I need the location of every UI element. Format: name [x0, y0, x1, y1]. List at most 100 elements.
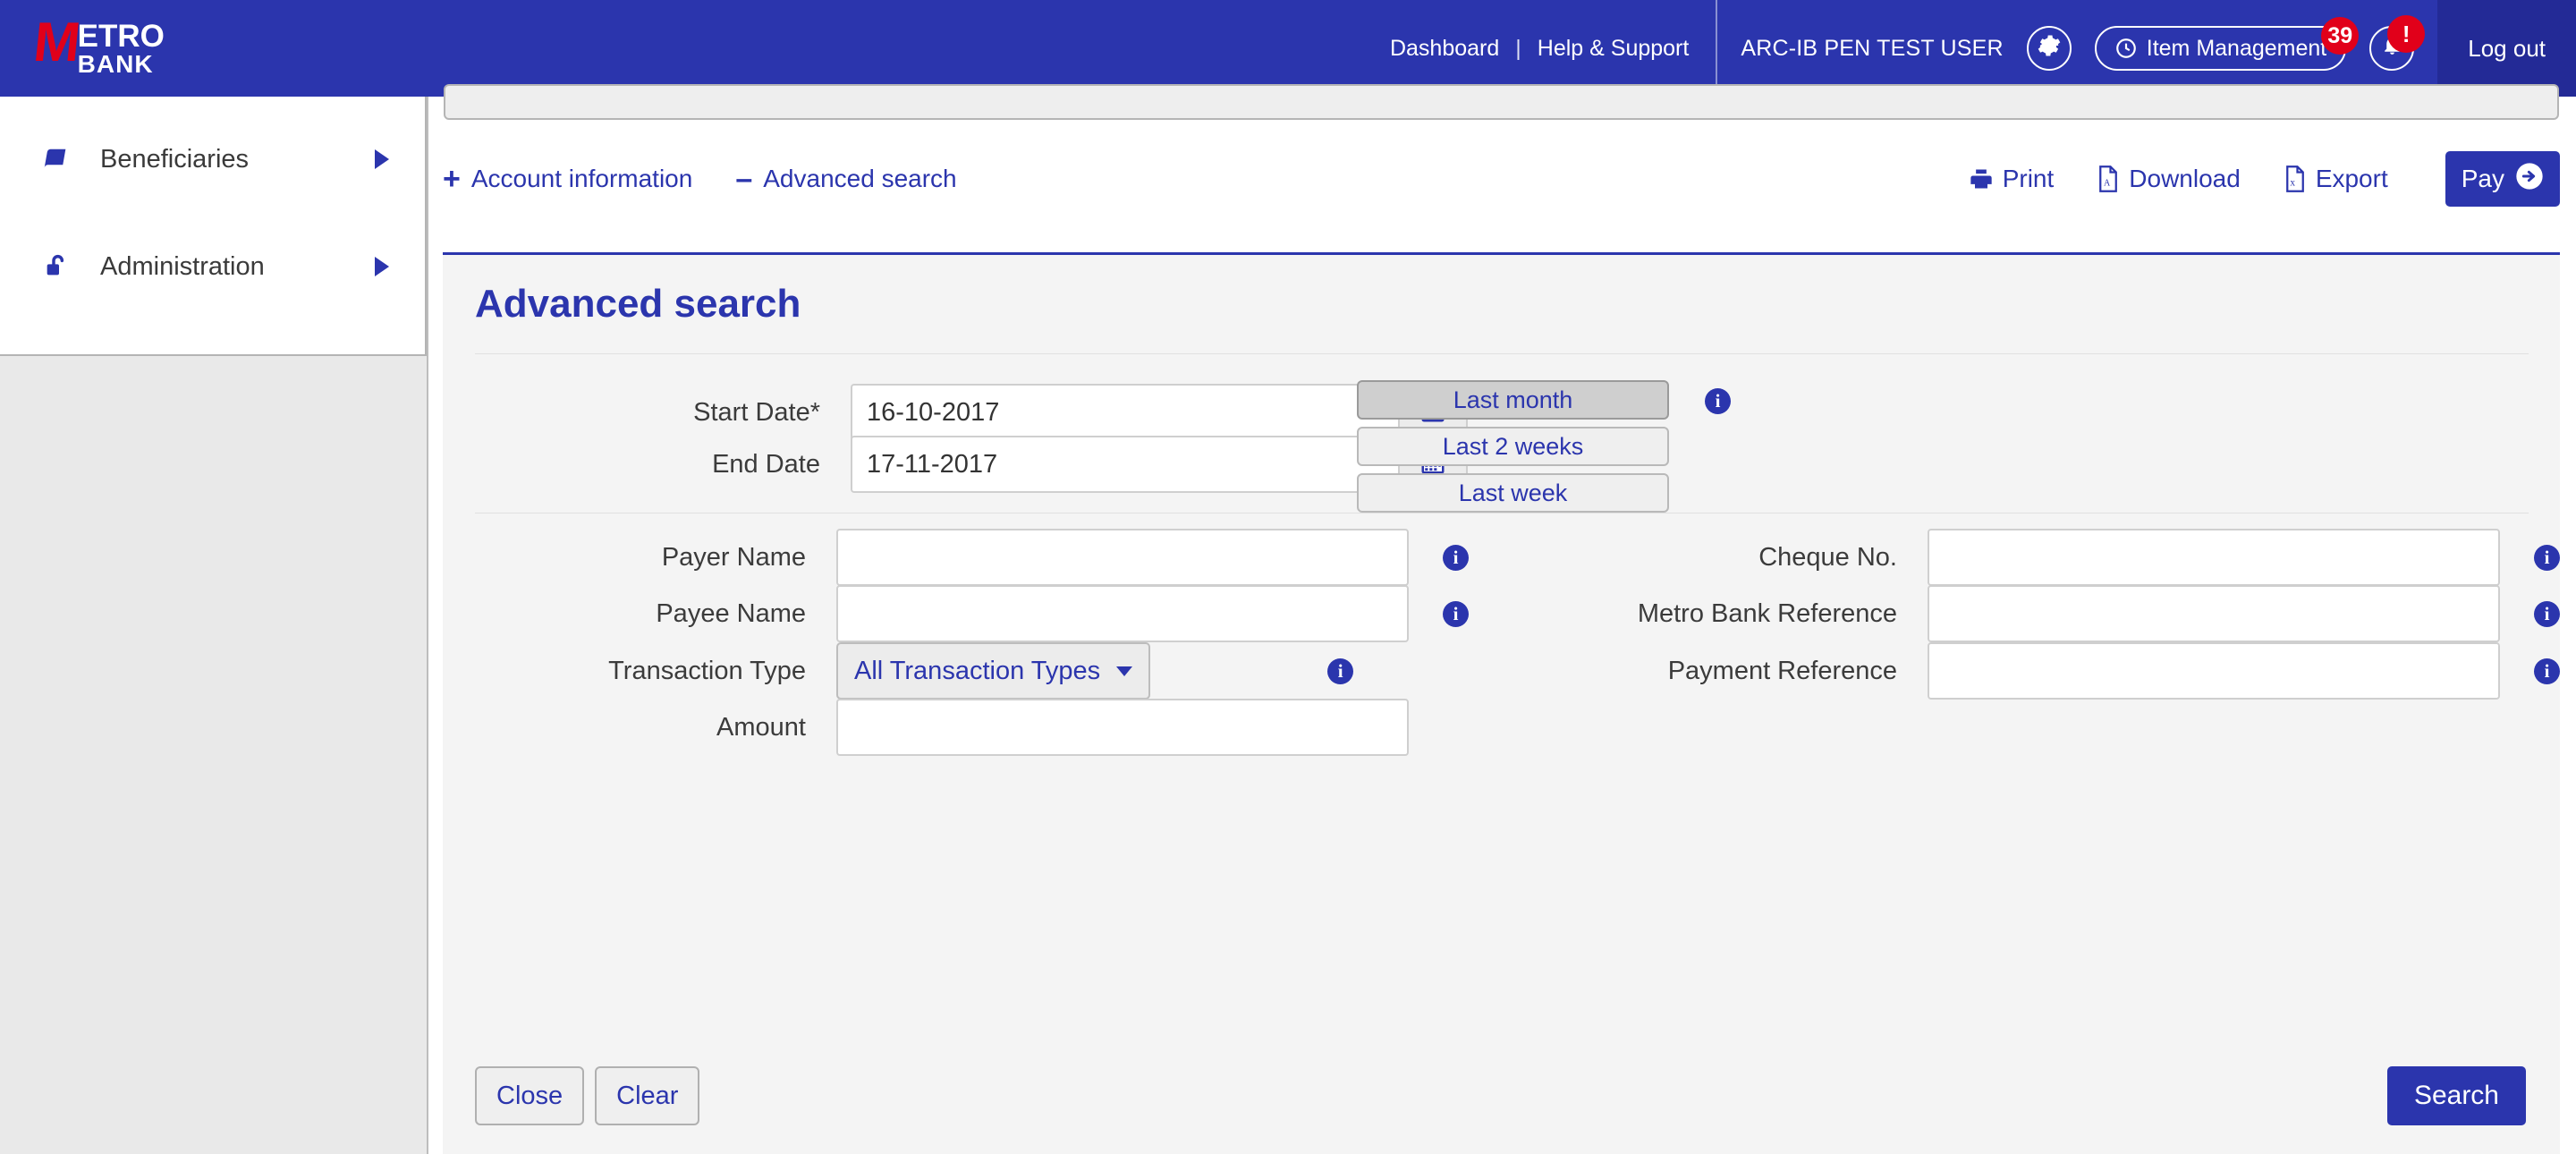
payee-name-input[interactable] [836, 585, 1409, 642]
metro-bank-reference-info-icon[interactable]: i [2534, 600, 2560, 627]
chevron-down-icon [1116, 666, 1133, 676]
cheque-no-info-icon[interactable]: i [2534, 544, 2560, 571]
transaction-type-label: Transaction Type [608, 656, 806, 685]
metro-bank-reference-label: Metro Bank Reference [1637, 598, 1897, 628]
content-toolbar: + Account information – Advanced search … [443, 132, 2560, 225]
panel-action-buttons: Close Clear [475, 1066, 700, 1125]
current-user-label: ARC-IB PEN TEST USER [1741, 35, 2004, 61]
amount-label: Amount [716, 712, 806, 742]
quick-range-group: Last month Last 2 weeks Last week [1357, 380, 1669, 520]
plus-icon: + [443, 162, 461, 196]
minus-icon: – [735, 162, 753, 196]
top-header-bar: M ETRO BANK Dashboard | Help & Support A… [0, 0, 2576, 97]
payment-reference-label: Payment Reference [1667, 656, 1897, 685]
end-date-row: End Date [475, 436, 1468, 493]
print-button[interactable]: Print [1969, 165, 2055, 193]
amount-input[interactable] [836, 699, 1409, 756]
gear-icon [2038, 34, 2061, 64]
item-management-button[interactable]: Item Management 39 [2094, 17, 2360, 71]
date-range-info-icon[interactable]: i [1705, 388, 1731, 414]
payee-name-label: Payee Name [656, 598, 806, 628]
download-button[interactable]: A Download [2097, 165, 2241, 193]
logo-m-letter: M [30, 12, 80, 73]
logo-bank-text: BANK [77, 50, 154, 79]
payer-name-label: Payer Name [661, 542, 806, 572]
metro-bank-reference-input[interactable] [1928, 585, 2500, 642]
amount-row: Amount [461, 699, 1409, 756]
svg-text:A: A [2104, 179, 2111, 189]
nav-separator: | [1515, 35, 1521, 61]
advanced-search-toggle-label: Advanced search [763, 165, 957, 192]
pay-label: Pay [2461, 165, 2504, 192]
start-date-row: Start Date* [475, 384, 1468, 441]
payee-name-row: Payee Name i [461, 585, 1469, 642]
export-label: Export [2315, 165, 2388, 192]
sidebar-menu-card: Beneficiaries Administration [0, 97, 427, 356]
start-date-input[interactable] [851, 384, 1398, 441]
account-information-label: Account information [470, 165, 693, 192]
logout-button[interactable]: Log out [2437, 0, 2576, 97]
settings-button[interactable] [2026, 26, 2072, 71]
logo-etro-text: ETRO [77, 19, 165, 54]
clock-icon [2114, 37, 2138, 60]
sidebar-item-beneficiaries[interactable]: Beneficiaries [0, 106, 425, 213]
payer-name-info-icon[interactable]: i [1443, 544, 1469, 571]
clear-button[interactable]: Clear [595, 1066, 700, 1125]
payment-reference-row: Payment Reference i [1552, 642, 2560, 700]
sidebar-item-beneficiaries-label: Beneficiaries [100, 144, 250, 174]
arrow-right-circle-icon [2515, 162, 2544, 197]
sidebar: Beneficiaries Administration [0, 97, 428, 1154]
advanced-search-title: Advanced search [475, 282, 801, 326]
nav-dashboard-link[interactable]: Dashboard [1386, 36, 1503, 62]
advanced-search-panel: Advanced search Start Date* 16-10-2017 E… [443, 252, 2560, 1154]
account-information-toggle[interactable]: + Account information [443, 164, 692, 194]
end-date-label: End Date [712, 449, 820, 479]
excel-file-icon: x [2284, 165, 2307, 192]
item-management-label: Item Management [2146, 35, 2327, 61]
nav-help-support-link[interactable]: Help & Support [1534, 36, 1693, 62]
sidebar-item-administration-label: Administration [100, 251, 265, 281]
pay-button[interactable]: Pay [2445, 151, 2560, 207]
print-label: Print [2002, 165, 2055, 192]
quick-range-last-month[interactable]: Last month [1357, 380, 1669, 420]
cheque-no-row: Cheque No. i [1552, 529, 2560, 586]
sidebar-item-administration[interactable]: Administration [0, 213, 425, 320]
advanced-search-toggle[interactable]: – Advanced search [735, 164, 956, 194]
cheque-no-input[interactable] [1928, 529, 2500, 586]
notifications-button[interactable]: ! [2369, 15, 2426, 71]
pdf-file-icon: A [2097, 165, 2120, 192]
cheque-no-label: Cheque No. [1758, 542, 1897, 572]
payee-name-info-icon[interactable]: i [1443, 600, 1469, 627]
transaction-type-selected-value: All Transaction Types [854, 656, 1101, 685]
close-button[interactable]: Close [475, 1066, 585, 1125]
download-label: Download [2129, 165, 2241, 192]
printer-icon [1969, 166, 1994, 191]
top-navigation: Dashboard | Help & Support ARC-IB PEN TE… [1386, 0, 2576, 97]
book-icon [43, 146, 82, 173]
metro-bank-logo[interactable]: M ETRO BANK [30, 12, 165, 79]
search-button[interactable]: Search [2386, 1066, 2526, 1125]
end-date-input[interactable] [851, 436, 1398, 493]
export-button[interactable]: x Export [2284, 165, 2388, 193]
quick-range-last-2-weeks[interactable]: Last 2 weeks [1357, 427, 1669, 466]
transaction-type-info-icon[interactable]: i [1327, 658, 1354, 684]
start-date-label: Start Date* [693, 397, 820, 427]
payer-name-input[interactable] [836, 529, 1409, 586]
divider-top [475, 353, 2529, 354]
chevron-right-icon [375, 149, 389, 169]
metro-bank-reference-row: Metro Bank Reference i [1552, 585, 2560, 642]
nav-vertical-divider [1716, 0, 1718, 97]
payer-name-row: Payer Name i [461, 529, 1469, 586]
svg-text:x: x [2290, 178, 2295, 189]
main-content: + Account information – Advanced search … [430, 84, 2576, 1154]
notifications-alert-badge: ! [2387, 15, 2426, 53]
unlock-icon [43, 252, 82, 281]
collapsed-panel-stub [444, 84, 2559, 120]
quick-range-last-week[interactable]: Last week [1357, 473, 1669, 513]
payment-reference-input[interactable] [1928, 642, 2500, 700]
logout-label: Log out [2468, 34, 2546, 62]
transaction-type-row: Transaction Type All Transaction Types i [461, 642, 1354, 700]
item-management-count-badge: 39 [2321, 17, 2360, 55]
transaction-type-dropdown[interactable]: All Transaction Types [836, 642, 1151, 700]
payment-reference-info-icon[interactable]: i [2534, 658, 2560, 684]
